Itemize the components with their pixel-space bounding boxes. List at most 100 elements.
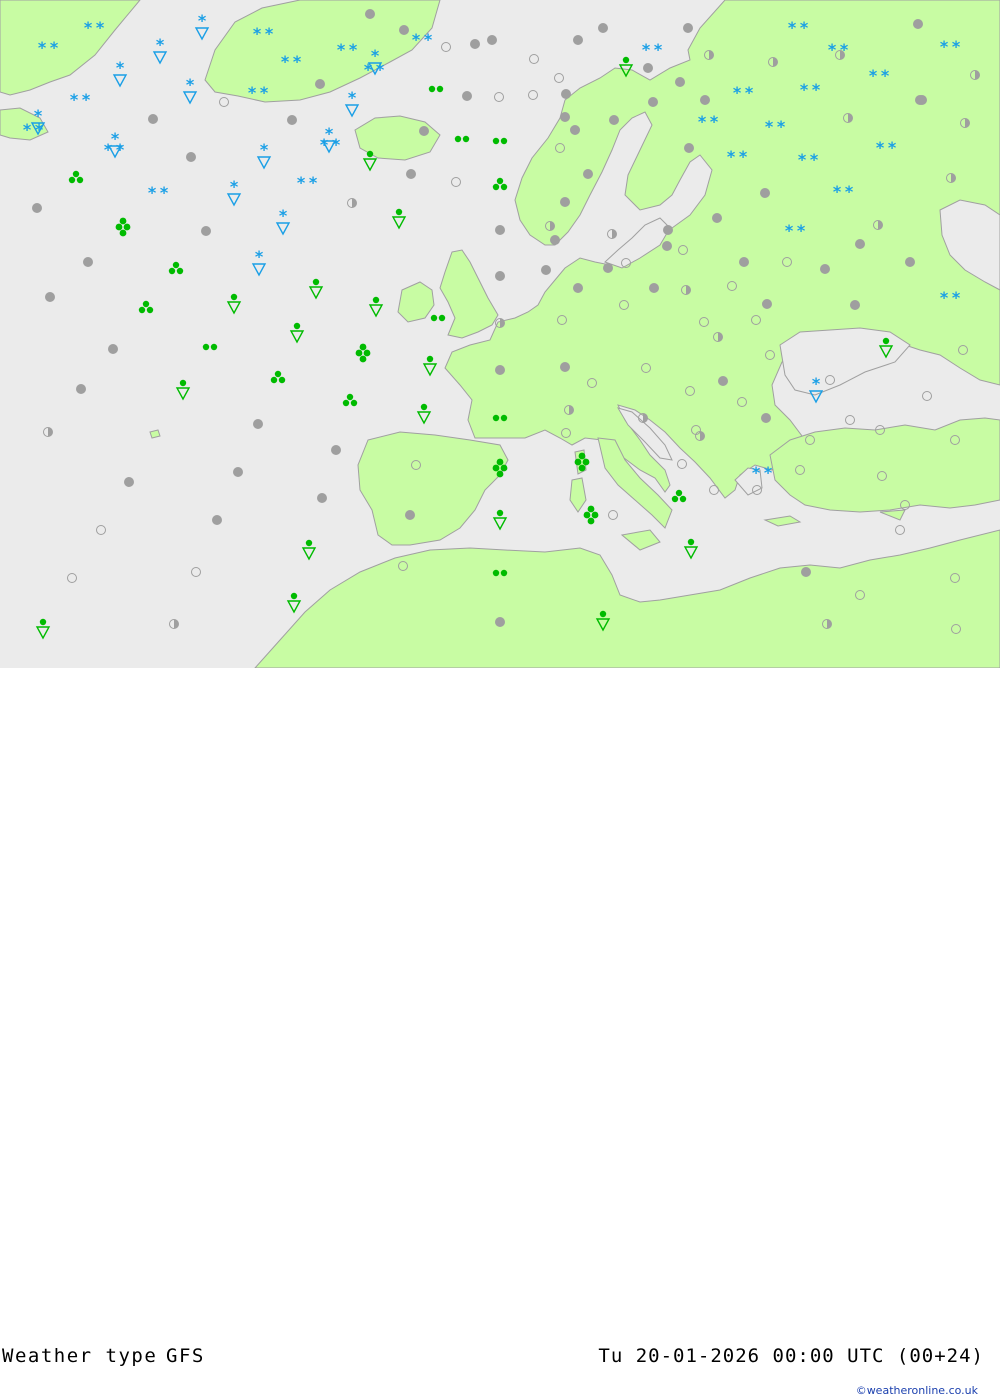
svg-text:*: * — [698, 112, 707, 131]
overcast-symbol — [718, 376, 728, 386]
svg-text:*: * — [160, 183, 169, 202]
svg-text:*: * — [840, 40, 849, 59]
svg-text:*: * — [38, 38, 47, 57]
overcast-symbol — [662, 241, 672, 251]
partly-cloudy-symbol — [638, 413, 648, 423]
svg-text:*: * — [424, 30, 433, 49]
overcast-symbol — [495, 225, 505, 235]
overcast-symbol — [649, 283, 659, 293]
svg-text:*: * — [800, 80, 809, 99]
snow-shower-symbol: * — [256, 140, 272, 170]
overcast-symbol — [643, 63, 653, 73]
overcast-symbol — [495, 365, 505, 375]
svg-text:*: * — [260, 140, 269, 159]
fair-symbol — [608, 510, 618, 520]
svg-text:*: * — [788, 18, 797, 37]
svg-text:*: * — [260, 83, 269, 102]
overcast-symbol — [462, 91, 472, 101]
overcast-symbol — [684, 143, 694, 153]
great-britain — [439, 249, 499, 339]
sardinia — [569, 477, 587, 513]
svg-text:*: * — [412, 30, 421, 49]
snow-shower-symbol: * — [152, 35, 168, 65]
overcast-symbol — [83, 257, 93, 267]
overcast-symbol — [406, 169, 416, 179]
overcast-symbol — [419, 126, 429, 136]
overcast-symbol — [675, 77, 685, 87]
model-name: GFS — [166, 1345, 205, 1367]
svg-text:*: * — [828, 40, 837, 59]
fair-symbol — [96, 525, 106, 535]
svg-text:*: * — [297, 173, 306, 192]
svg-text:*: * — [797, 221, 806, 240]
overcast-symbol — [905, 257, 915, 267]
rain-shower-symbol — [416, 403, 432, 425]
svg-text:*: * — [764, 463, 773, 482]
overcast-symbol — [405, 510, 415, 520]
credit-link[interactable]: ©weatheronline.co.uk — [856, 1384, 978, 1397]
overcast-symbol — [331, 445, 341, 455]
partly-cloudy-symbol — [495, 318, 505, 328]
heavy-rain-symbol — [492, 177, 508, 191]
svg-text:*: * — [812, 374, 821, 393]
svg-text:*: * — [952, 37, 961, 56]
overcast-symbol — [820, 264, 830, 274]
sicily — [620, 529, 661, 551]
snow-shower-symbol: * — [194, 11, 210, 41]
rain-shower-symbol — [175, 379, 191, 401]
iberia — [357, 431, 509, 546]
snow-shower-symbol: * — [112, 58, 128, 88]
svg-text:*: * — [84, 18, 93, 37]
svg-text:*: * — [777, 117, 786, 136]
svg-text:*: * — [812, 80, 821, 99]
overcast-symbol — [570, 125, 580, 135]
rain-shower-symbol — [286, 592, 302, 614]
overcast-symbol — [495, 271, 505, 281]
overcast-symbol — [186, 152, 196, 162]
partly-cloudy-symbol — [607, 229, 617, 239]
rain-shower-symbol — [422, 355, 438, 377]
svg-text:*: * — [739, 147, 748, 166]
fair-symbol — [528, 90, 538, 100]
north-africa — [254, 529, 1000, 668]
crete — [763, 515, 802, 527]
fair-symbol — [895, 525, 905, 535]
partly-cloudy-symbol — [347, 198, 357, 208]
ireland — [397, 281, 435, 323]
svg-text:*: * — [940, 288, 949, 307]
svg-text:*: * — [349, 40, 358, 59]
overcast-symbol — [253, 419, 263, 429]
svg-text:*: * — [230, 177, 239, 196]
rain-shower-symbol — [683, 538, 699, 560]
rain-shower-symbol — [289, 322, 305, 344]
overcast-symbol — [45, 292, 55, 302]
svg-text:*: * — [940, 37, 949, 56]
overcast-symbol — [399, 25, 409, 35]
overcast-symbol — [761, 413, 771, 423]
overcast-symbol — [583, 169, 593, 179]
overcast-symbol — [913, 19, 923, 29]
heavy-rain-symbol — [168, 261, 184, 275]
svg-text:*: * — [745, 83, 754, 102]
heavy-rain-symbol — [270, 370, 286, 384]
very-heavy-rain-symbol — [355, 343, 371, 363]
fair-symbol — [191, 567, 201, 577]
overcast-symbol — [573, 35, 583, 45]
svg-text:*: * — [765, 117, 774, 136]
svg-text:*: * — [800, 18, 809, 37]
svg-text:*: * — [111, 129, 120, 148]
rain-symbol — [492, 137, 508, 145]
overcast-symbol — [212, 515, 222, 525]
svg-text:*: * — [325, 124, 334, 143]
rain-shower-symbol — [368, 296, 384, 318]
overcast-symbol — [32, 203, 42, 213]
overcast-symbol — [233, 467, 243, 477]
snow-shower-symbol: * — [182, 75, 198, 105]
svg-text:*: * — [785, 221, 794, 240]
svg-text:*: * — [337, 40, 346, 59]
overcast-symbol — [760, 188, 770, 198]
map-canvas: * ** * * ** ** ** ** ** ** ** ** ** ** ** ** ** * * ** * * ** *… — [0, 0, 1000, 668]
fair-symbol — [709, 485, 719, 495]
overcast-symbol — [712, 213, 722, 223]
overcast-symbol — [598, 23, 608, 33]
